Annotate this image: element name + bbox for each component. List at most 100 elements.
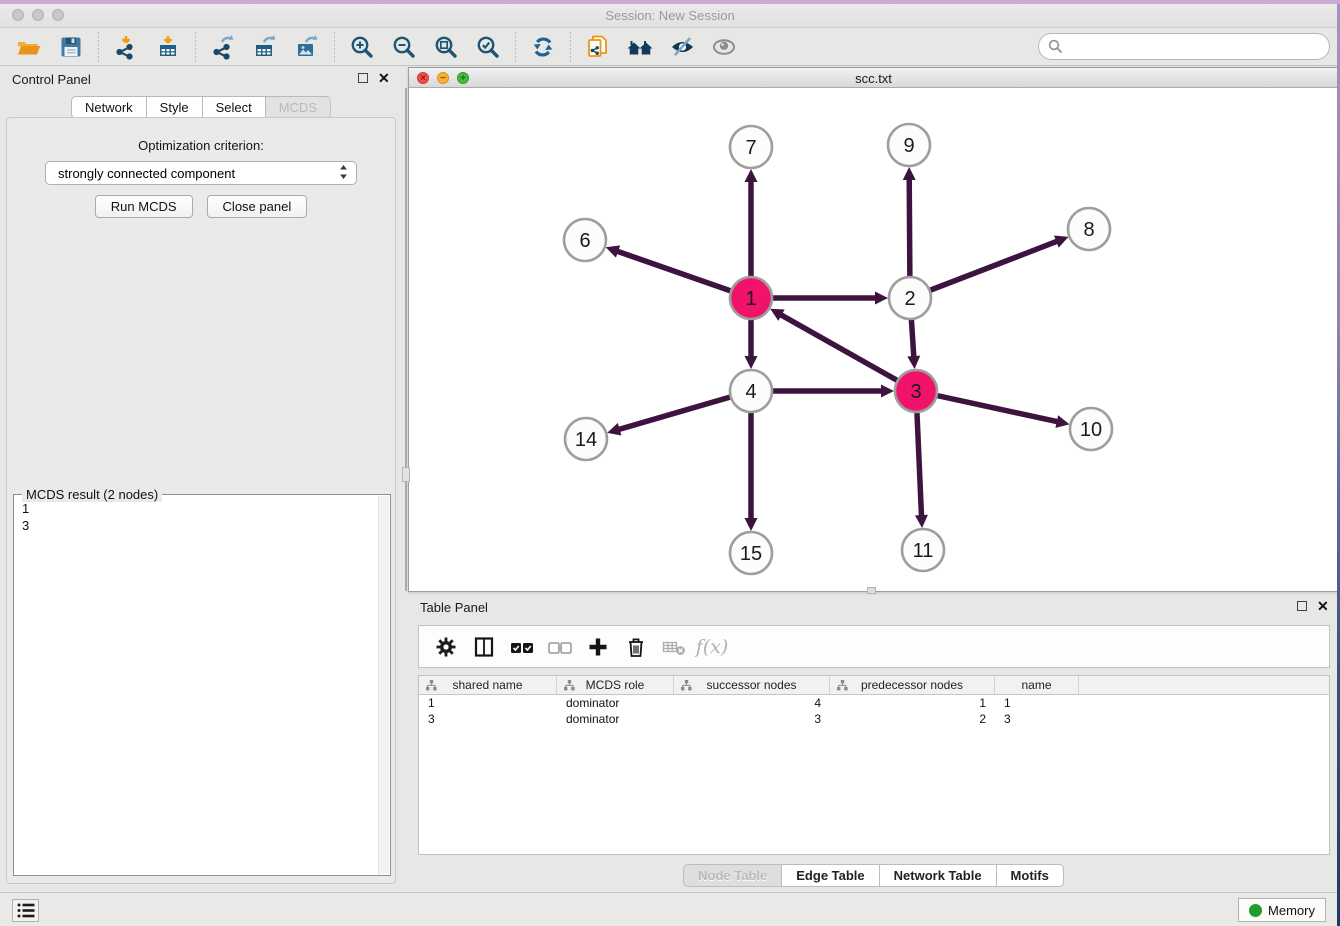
graph-node-3[interactable]: 3: [895, 370, 937, 412]
memory-status-icon: [1249, 904, 1262, 917]
cell-shared-name[interactable]: 3: [419, 711, 557, 727]
table-row[interactable]: 1dominator411: [419, 695, 1329, 711]
open-session-button[interactable]: [11, 31, 47, 63]
graph-edge-3-1[interactable]: [770, 309, 916, 391]
cell-successor-nodes[interactable]: 4: [674, 695, 830, 711]
graph-node-6[interactable]: 6: [564, 219, 606, 261]
svg-text:7: 7: [745, 137, 756, 159]
function-builder-button[interactable]: f(x): [695, 632, 729, 662]
import-network-button[interactable]: [108, 31, 144, 63]
select-all-rows-button[interactable]: [505, 632, 539, 662]
criterion-dropdown[interactable]: strongly connected component: [45, 161, 357, 185]
graph-edge-3-10[interactable]: [916, 391, 1070, 428]
graph-node-2[interactable]: 2: [889, 277, 931, 319]
toolbar-separator: [515, 32, 516, 62]
column-header-predecessor-nodes[interactable]: predecessor nodes: [830, 676, 995, 694]
graph-node-1[interactable]: 1: [730, 277, 772, 319]
delete-column-button[interactable]: [619, 632, 653, 662]
float-table-panel-icon[interactable]: [1297, 601, 1307, 611]
cell-predecessor-nodes[interactable]: 2: [830, 711, 995, 727]
tab-mcds[interactable]: MCDS: [265, 96, 331, 119]
float-panel-icon[interactable]: [358, 73, 368, 83]
create-column-button[interactable]: [581, 632, 615, 662]
cell-MCDS-role[interactable]: dominator: [557, 711, 674, 727]
table-settings-button[interactable]: [429, 632, 463, 662]
first-neighbors-button[interactable]: [622, 31, 658, 63]
search-box[interactable]: [1038, 33, 1330, 60]
graph-node-8[interactable]: 8: [1068, 208, 1110, 250]
graph-edge-4-14[interactable]: [607, 391, 751, 435]
network-vertical-scroll-thumb[interactable]: [402, 467, 410, 482]
table-row[interactable]: 3dominator323: [419, 711, 1329, 727]
export-network-button[interactable]: [205, 31, 241, 63]
zoom-selected-icon: [475, 34, 501, 60]
zoom-selected-button[interactable]: [470, 31, 506, 63]
graph-node-7[interactable]: 7: [730, 126, 772, 168]
graph-node-4[interactable]: 4: [730, 370, 772, 412]
cell-shared-name[interactable]: 1: [419, 695, 557, 711]
cell-successor-nodes[interactable]: 3: [674, 711, 830, 727]
graph-node-10[interactable]: 10: [1070, 408, 1112, 450]
tab-node-table[interactable]: Node Table: [683, 864, 781, 887]
svg-text:3: 3: [910, 381, 921, 403]
cell-name[interactable]: 3: [995, 711, 1079, 727]
graph-node-11[interactable]: 11: [902, 529, 944, 571]
application-window: Session: New Session: [0, 0, 1340, 926]
cell-MCDS-role[interactable]: dominator: [557, 695, 674, 711]
network-canvas[interactable]: 7 9 6 8 1 2 4 3 14 10 15 11: [409, 88, 1338, 591]
task-history-button[interactable]: [12, 899, 39, 922]
network-horizontal-scroll-thumb[interactable]: [867, 587, 876, 594]
run-mcds-button[interactable]: Run MCDS: [95, 195, 193, 218]
zoom-out-button[interactable]: [386, 31, 422, 63]
export-image-button[interactable]: [289, 31, 325, 63]
show-all-button[interactable]: [706, 31, 742, 63]
gear-icon: [434, 635, 458, 659]
tab-style[interactable]: Style: [146, 96, 202, 119]
graph-node-14[interactable]: 14: [565, 418, 607, 460]
graph-edge-1-6[interactable]: [606, 245, 751, 298]
fx-icon: f(x): [696, 636, 729, 658]
graph-edge-2-8[interactable]: [910, 236, 1068, 298]
mcds-result-text[interactable]: 1 3: [15, 498, 378, 874]
hierarchy-icon: [564, 680, 575, 694]
cell-predecessor-nodes[interactable]: 1: [830, 695, 995, 711]
column-header-successor-nodes[interactable]: successor nodes: [674, 676, 830, 694]
graph-node-15[interactable]: 15: [730, 532, 772, 574]
show-column-button[interactable]: [467, 632, 501, 662]
tab-motifs[interactable]: Motifs: [996, 864, 1064, 887]
network-vertical-scrollbar[interactable]: [405, 88, 407, 591]
status-bar: Memory: [0, 892, 1340, 926]
export-table-button[interactable]: [247, 31, 283, 63]
search-input[interactable]: [1069, 39, 1320, 54]
close-table-panel-icon[interactable]: ✕: [1317, 601, 1329, 611]
hide-selected-button[interactable]: [664, 31, 700, 63]
clone-network-button[interactable]: [580, 31, 616, 63]
column-header-MCDS-role[interactable]: MCDS role: [557, 676, 674, 694]
delete-table-button[interactable]: [657, 632, 691, 662]
column-header-name[interactable]: name: [995, 676, 1079, 694]
close-panel-button[interactable]: Close panel: [207, 195, 308, 218]
zoom-in-button[interactable]: [344, 31, 380, 63]
tab-edge-table[interactable]: Edge Table: [781, 864, 878, 887]
tab-network-table[interactable]: Network Table: [879, 864, 996, 887]
tab-network[interactable]: Network: [71, 96, 146, 119]
deselect-all-rows-button[interactable]: [543, 632, 577, 662]
node-table[interactable]: shared nameMCDS rolesuccessor nodesprede…: [418, 675, 1330, 855]
columns-icon: [472, 635, 496, 659]
export-network-icon: [210, 34, 236, 60]
graph-node-9[interactable]: 9: [888, 124, 930, 166]
network-window-titlebar[interactable]: × − + scc.txt: [409, 68, 1338, 88]
control-panel-title: Control Panel: [12, 72, 91, 87]
zoom-fit-button[interactable]: [428, 31, 464, 63]
close-panel-icon[interactable]: ✕: [378, 73, 390, 83]
zoom-in-icon: [349, 34, 375, 60]
svg-text:8: 8: [1083, 219, 1094, 241]
memory-button[interactable]: Memory: [1238, 898, 1326, 922]
import-table-button[interactable]: [150, 31, 186, 63]
column-header-shared-name[interactable]: shared name: [419, 676, 557, 694]
tab-select[interactable]: Select: [202, 96, 265, 119]
save-session-button[interactable]: [53, 31, 89, 63]
result-scrollbar[interactable]: [378, 496, 389, 874]
refresh-button[interactable]: [525, 31, 561, 63]
cell-name[interactable]: 1: [995, 695, 1079, 711]
